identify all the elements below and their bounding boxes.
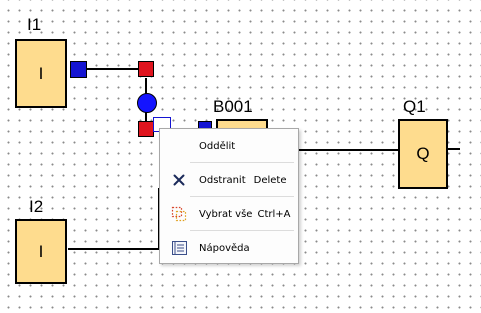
block-label-b001: B001 bbox=[213, 97, 253, 116]
input-block-i1-symbol: I bbox=[38, 63, 44, 83]
menu-item-delete-shortcut: Delete bbox=[253, 174, 287, 186]
select-all-icon bbox=[171, 206, 187, 222]
menu-item-select-all-label: Vybrat vše bbox=[199, 208, 253, 220]
menu-item-detach-label: Oddělit bbox=[199, 140, 236, 152]
delete-x-icon bbox=[171, 172, 187, 188]
block-label-i1: I1 bbox=[27, 15, 42, 34]
block-label-i2: I2 bbox=[29, 197, 44, 216]
input-block-i1[interactable]: I bbox=[15, 39, 67, 108]
menu-item-delete[interactable]: Odstranit Delete bbox=[161, 166, 297, 194]
menu-item-select-all[interactable]: Vybrat vše Ctrl+A bbox=[161, 200, 297, 228]
selected-wire-start-handle[interactable] bbox=[138, 61, 154, 77]
menu-separator bbox=[190, 230, 294, 231]
menu-item-help-label: Nápověda bbox=[199, 242, 250, 254]
menu-item-help[interactable]: Nápověda bbox=[161, 234, 297, 262]
input-block-i2-symbol: I bbox=[38, 241, 44, 261]
i1-output-connector[interactable] bbox=[70, 61, 87, 78]
block-label-q1: Q1 bbox=[403, 97, 426, 116]
menu-item-delete-label: Odstranit bbox=[199, 174, 246, 186]
output-block-q1-symbol: Q bbox=[416, 144, 430, 163]
menu-separator bbox=[190, 162, 294, 163]
menu-item-select-all-shortcut: Ctrl+A bbox=[257, 208, 291, 220]
context-menu: Oddělit Odstranit Delete Vybrat vše Ctrl+A bbox=[159, 128, 299, 264]
help-book-icon bbox=[171, 240, 187, 256]
selected-wire-end-handle[interactable] bbox=[138, 121, 154, 137]
output-block-q1[interactable]: Q bbox=[398, 119, 448, 189]
wire-selection-handle[interactable] bbox=[137, 93, 157, 113]
menu-separator bbox=[190, 196, 294, 197]
menu-item-detach[interactable]: Oddělit bbox=[161, 132, 297, 160]
input-block-i2[interactable]: I bbox=[15, 219, 67, 284]
